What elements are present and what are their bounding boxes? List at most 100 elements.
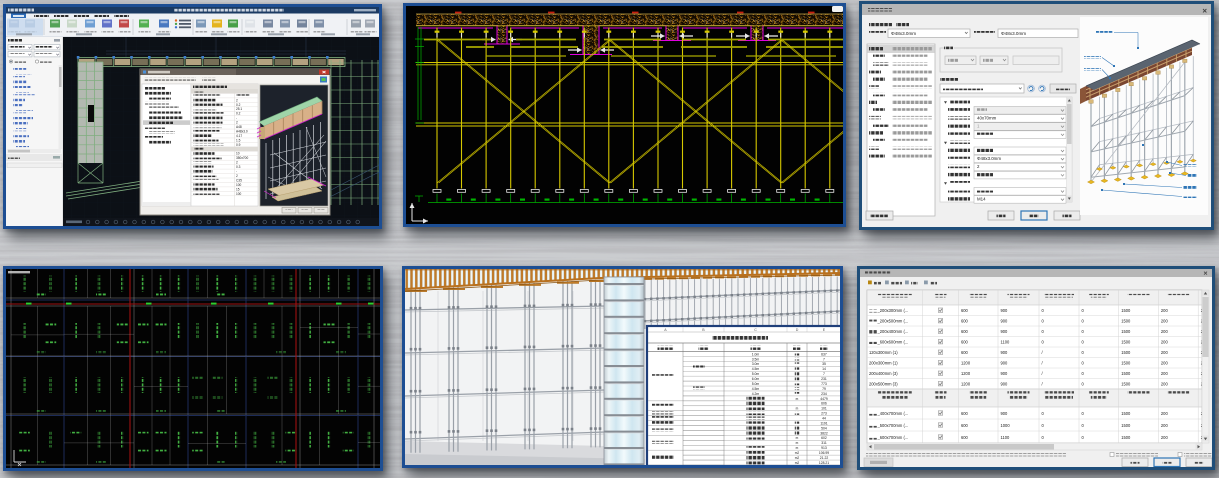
svg-text:5.0m: 5.0m <box>752 382 760 386</box>
svg-text:200: 200 <box>1161 371 1169 376</box>
svg-text:234: 234 <box>821 392 827 396</box>
svg-text:5.0m: 5.0m <box>752 372 760 376</box>
svg-text:Φ48x3.0mm: Φ48x3.0mm <box>1001 31 1026 36</box>
svg-text:900: 900 <box>1001 382 1009 387</box>
svg-text:600: 600 <box>961 350 969 355</box>
svg-text:106.99: 106.99 <box>819 451 829 455</box>
svg-text:1500: 1500 <box>1121 350 1131 355</box>
svg-text:900: 900 <box>1001 350 1009 355</box>
svg-text:14: 14 <box>822 367 826 371</box>
svg-text:4479: 4479 <box>820 397 828 401</box>
svg-text:A48: A48 <box>236 125 242 129</box>
svg-text:_500x700mm (...: _500x700mm (... <box>877 423 909 428</box>
svg-text:231: 231 <box>821 377 827 381</box>
svg-text:600: 600 <box>961 423 969 428</box>
svg-text:m: m <box>796 407 799 411</box>
svg-text:_600x600mm (...: _600x600mm (... <box>877 340 909 345</box>
svg-text:200: 200 <box>1161 350 1169 355</box>
svg-text:4.5m: 4.5m <box>752 387 760 391</box>
svg-text:200: 200 <box>1161 382 1169 387</box>
svg-text:C35: C35 <box>236 178 242 182</box>
svg-text:A48x3.0: A48x3.0 <box>236 129 248 133</box>
svg-text:1500: 1500 <box>1121 423 1131 428</box>
svg-text:128.21: 128.21 <box>819 461 829 465</box>
svg-text:101: 101 <box>821 407 827 411</box>
svg-text:_200x400mm (...: _200x400mm (... <box>877 329 909 334</box>
svg-text:m2: m2 <box>795 461 800 465</box>
svg-text:3.0m: 3.0m <box>752 362 760 366</box>
svg-text:0.2: 0.2 <box>236 112 241 116</box>
svg-text:200x500mm (3): 200x500mm (3) <box>869 382 898 387</box>
svg-text:100: 100 <box>236 192 242 196</box>
svg-text:1500: 1500 <box>1121 411 1131 416</box>
svg-text:_600x700mm (...: _600x700mm (... <box>877 435 909 440</box>
svg-text:2: 2 <box>236 161 238 165</box>
svg-text:200: 200 <box>1161 340 1169 345</box>
svg-text:120x300mm (1): 120x300mm (1) <box>869 350 898 355</box>
svg-text:1200: 1200 <box>961 382 971 387</box>
svg-text:900: 900 <box>1001 308 1009 313</box>
svg-text:200: 200 <box>1161 308 1169 313</box>
svg-text:10: 10 <box>236 152 240 156</box>
svg-text:200x400mm (3): 200x400mm (3) <box>869 371 898 376</box>
svg-text:602: 602 <box>821 436 827 440</box>
svg-text:600: 600 <box>961 329 969 334</box>
svg-text:0.2: 0.2 <box>236 103 241 107</box>
svg-text:Φ48x3.0mm: Φ48x3.0mm <box>977 156 1001 161</box>
svg-text:637: 637 <box>821 352 827 356</box>
svg-text:200: 200 <box>1161 411 1169 416</box>
svg-text:1200: 1200 <box>961 361 971 366</box>
svg-text:25.1: 25.1 <box>236 107 242 111</box>
svg-text:600: 600 <box>961 319 969 324</box>
svg-text:1100: 1100 <box>1001 340 1011 345</box>
svg-text:1.5: 1.5 <box>236 138 241 142</box>
svg-text:21.22: 21.22 <box>820 456 829 460</box>
svg-text:1500: 1500 <box>1121 435 1131 440</box>
svg-text:1191: 1191 <box>820 421 827 425</box>
svg-text:200: 200 <box>1161 361 1169 366</box>
svg-text:1500: 1500 <box>1121 308 1131 313</box>
svg-text:1.0m: 1.0m <box>752 352 760 356</box>
svg-text:600: 600 <box>961 308 969 313</box>
svg-text:913: 913 <box>821 446 827 450</box>
svg-text:3822: 3822 <box>820 431 828 435</box>
svg-text:900: 900 <box>1001 361 1009 366</box>
svg-text:600: 600 <box>961 435 969 440</box>
svg-text:1100: 1100 <box>1001 435 1011 440</box>
svg-text:1500: 1500 <box>1121 371 1131 376</box>
svg-text:_200x300mm (...: _200x300mm (... <box>877 308 909 313</box>
svg-text:m2: m2 <box>795 456 800 460</box>
svg-text:200x300mm (1): 200x300mm (1) <box>869 361 898 366</box>
svg-text:m2: m2 <box>795 451 800 455</box>
svg-text:_200x500mm (...: _200x500mm (... <box>877 319 909 324</box>
svg-text:40x70mm: 40x70mm <box>977 116 997 121</box>
svg-text:79: 79 <box>822 387 826 391</box>
svg-text:1500: 1500 <box>1121 329 1131 334</box>
svg-text:M14: M14 <box>977 197 986 202</box>
svg-text:504: 504 <box>821 426 827 430</box>
svg-text:C: C <box>754 328 757 332</box>
svg-text:2: 2 <box>236 174 238 178</box>
svg-text:350x700: 350x700 <box>236 156 248 160</box>
svg-text:Φ48x3.0mm: Φ48x3.0mm <box>891 31 916 36</box>
svg-text:200: 200 <box>1161 435 1169 440</box>
svg-text:900: 900 <box>1001 371 1009 376</box>
svg-text:311: 311 <box>821 441 827 445</box>
svg-text:_400x700mm (...: _400x700mm (... <box>877 411 909 416</box>
svg-text:1200: 1200 <box>961 371 971 376</box>
svg-text:3.5m: 3.5m <box>752 357 760 361</box>
svg-text:0.3: 0.3 <box>236 165 241 169</box>
svg-text:6.0m: 6.0m <box>752 377 760 381</box>
svg-text:200: 200 <box>1161 319 1169 324</box>
svg-text:900: 900 <box>1001 411 1009 416</box>
svg-text:-: - <box>236 116 237 120</box>
svg-text:273: 273 <box>821 412 827 416</box>
svg-text:773: 773 <box>821 382 827 386</box>
svg-text:m: m <box>796 446 799 450</box>
svg-text:1500: 1500 <box>1121 319 1131 324</box>
svg-text:600: 600 <box>961 411 969 416</box>
svg-text:15: 15 <box>236 187 240 191</box>
svg-text:7: 7 <box>823 357 825 361</box>
svg-text:200: 200 <box>1161 329 1169 334</box>
svg-text:200: 200 <box>1161 423 1169 428</box>
